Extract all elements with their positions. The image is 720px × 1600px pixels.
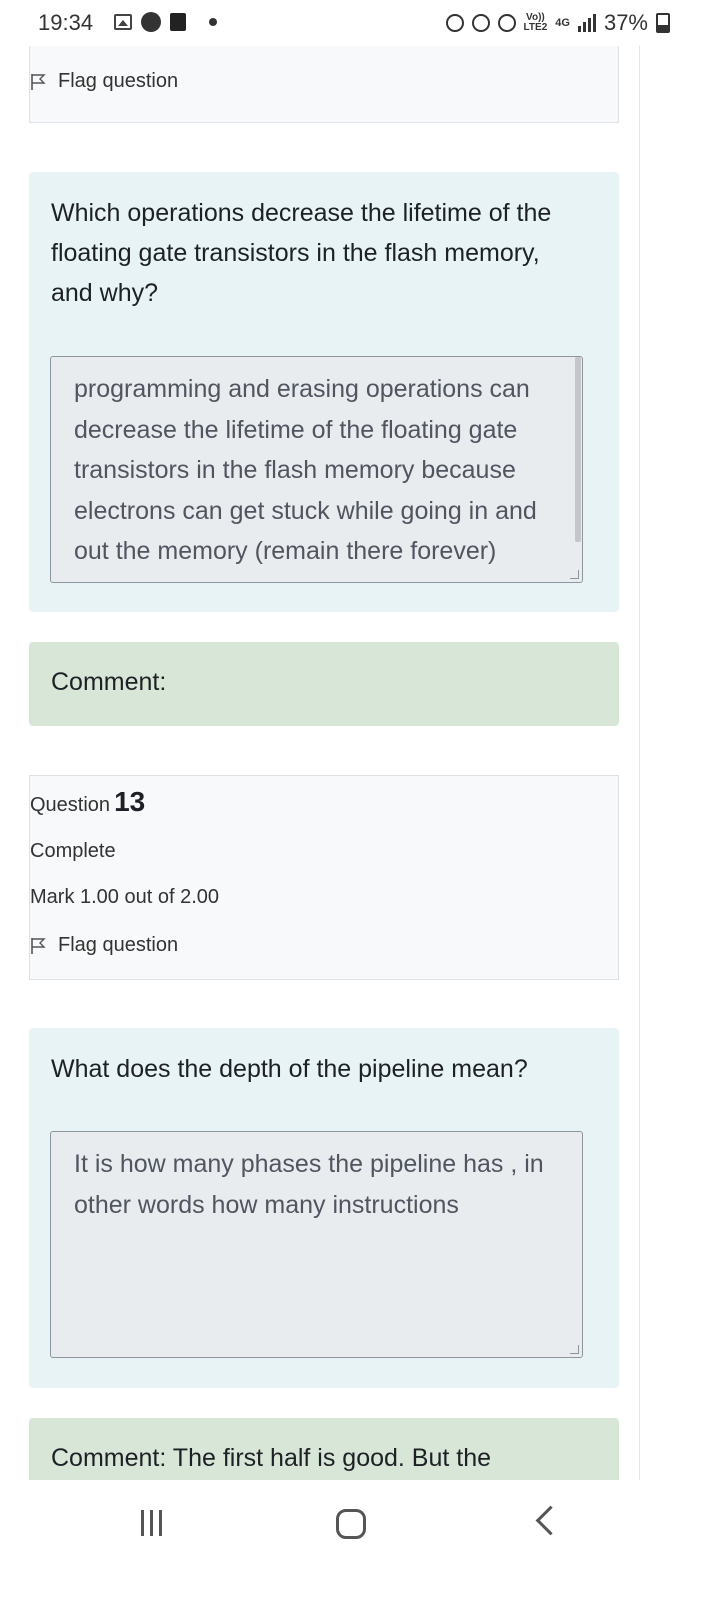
question-grade: Mark 1.00 out of 2.00 bbox=[30, 886, 220, 908]
comment-text: Comment: The first half is good. But the bbox=[51, 1444, 492, 1472]
flag-question-label: Flag question bbox=[58, 70, 179, 92]
resize-handle-icon[interactable] bbox=[570, 1345, 579, 1354]
flag-outline-icon bbox=[31, 937, 46, 954]
answer-text: programming and erasing operations can d… bbox=[74, 375, 537, 565]
home-icon[interactable] bbox=[336, 1509, 366, 1539]
answer-textarea[interactable]: programming and erasing operations can d… bbox=[50, 356, 583, 583]
network-type: 4G bbox=[555, 17, 570, 29]
flag-question-label: Flag question bbox=[58, 934, 179, 956]
answer-scrollbar[interactable] bbox=[575, 357, 581, 542]
flag-question-link[interactable]: Flag question bbox=[30, 70, 178, 93]
question-info-box: Flag question bbox=[29, 46, 619, 123]
status-time: 19:34 bbox=[38, 10, 94, 35]
question-state: Complete bbox=[30, 840, 116, 862]
saver-icon bbox=[445, 14, 464, 32]
question-label: Question bbox=[30, 794, 111, 816]
system-icons: Vo)) LTE2 4G 37% bbox=[445, 10, 670, 36]
question-number: Question 13 bbox=[30, 786, 145, 818]
hotspot-icon bbox=[497, 14, 516, 32]
notification-icons bbox=[114, 12, 217, 32]
quiz-review-content[interactable]: Flag question Which operations decrease … bbox=[0, 46, 720, 1480]
alarm-icon bbox=[471, 14, 490, 32]
content-divider bbox=[639, 46, 640, 1480]
resize-handle-icon[interactable] bbox=[570, 570, 579, 579]
signal-icon bbox=[577, 14, 596, 32]
answer-textarea[interactable]: It is how many phases the pipeline has ,… bbox=[50, 1131, 583, 1358]
app-notification-icon bbox=[170, 13, 186, 31]
question-info-box: Question 13 Complete Mark 1.00 out of 2.0… bbox=[29, 775, 619, 980]
back-chevron-icon[interactable] bbox=[535, 1505, 566, 1536]
battery-icon bbox=[656, 13, 670, 33]
more-notifications-dot-icon bbox=[209, 18, 217, 26]
battery-percent: 37% bbox=[603, 10, 648, 35]
question-text: Which operations decrease the lifetime o… bbox=[51, 199, 552, 307]
comment-text: Comment: bbox=[51, 668, 167, 696]
volte-indicator: Vo)) LTE2 bbox=[524, 13, 548, 33]
navigation-bar bbox=[0, 1480, 720, 1600]
comment-box: Comment: bbox=[29, 642, 619, 726]
question-formulation: Which operations decrease the lifetime o… bbox=[29, 172, 619, 612]
answer-text: It is how many phases the pipeline has ,… bbox=[74, 1150, 544, 1219]
flag-question-link[interactable]: Flag question bbox=[30, 934, 178, 957]
messenger-icon bbox=[141, 12, 161, 32]
question-formulation: What does the depth of the pipeline mean… bbox=[29, 1028, 619, 1388]
flag-outline-icon bbox=[31, 73, 46, 90]
lte-label: LTE2 bbox=[523, 22, 548, 33]
recents-icon[interactable] bbox=[141, 1510, 162, 1536]
status-bar: 19:34 Vo)) LTE2 4G 37% bbox=[0, 0, 720, 46]
question-text: What does the depth of the pipeline mean… bbox=[51, 1055, 528, 1083]
question-number-value: 13 bbox=[114, 786, 146, 817]
gallery-icon bbox=[114, 14, 132, 30]
comment-box: Comment: The first half is good. But the bbox=[29, 1418, 619, 1480]
